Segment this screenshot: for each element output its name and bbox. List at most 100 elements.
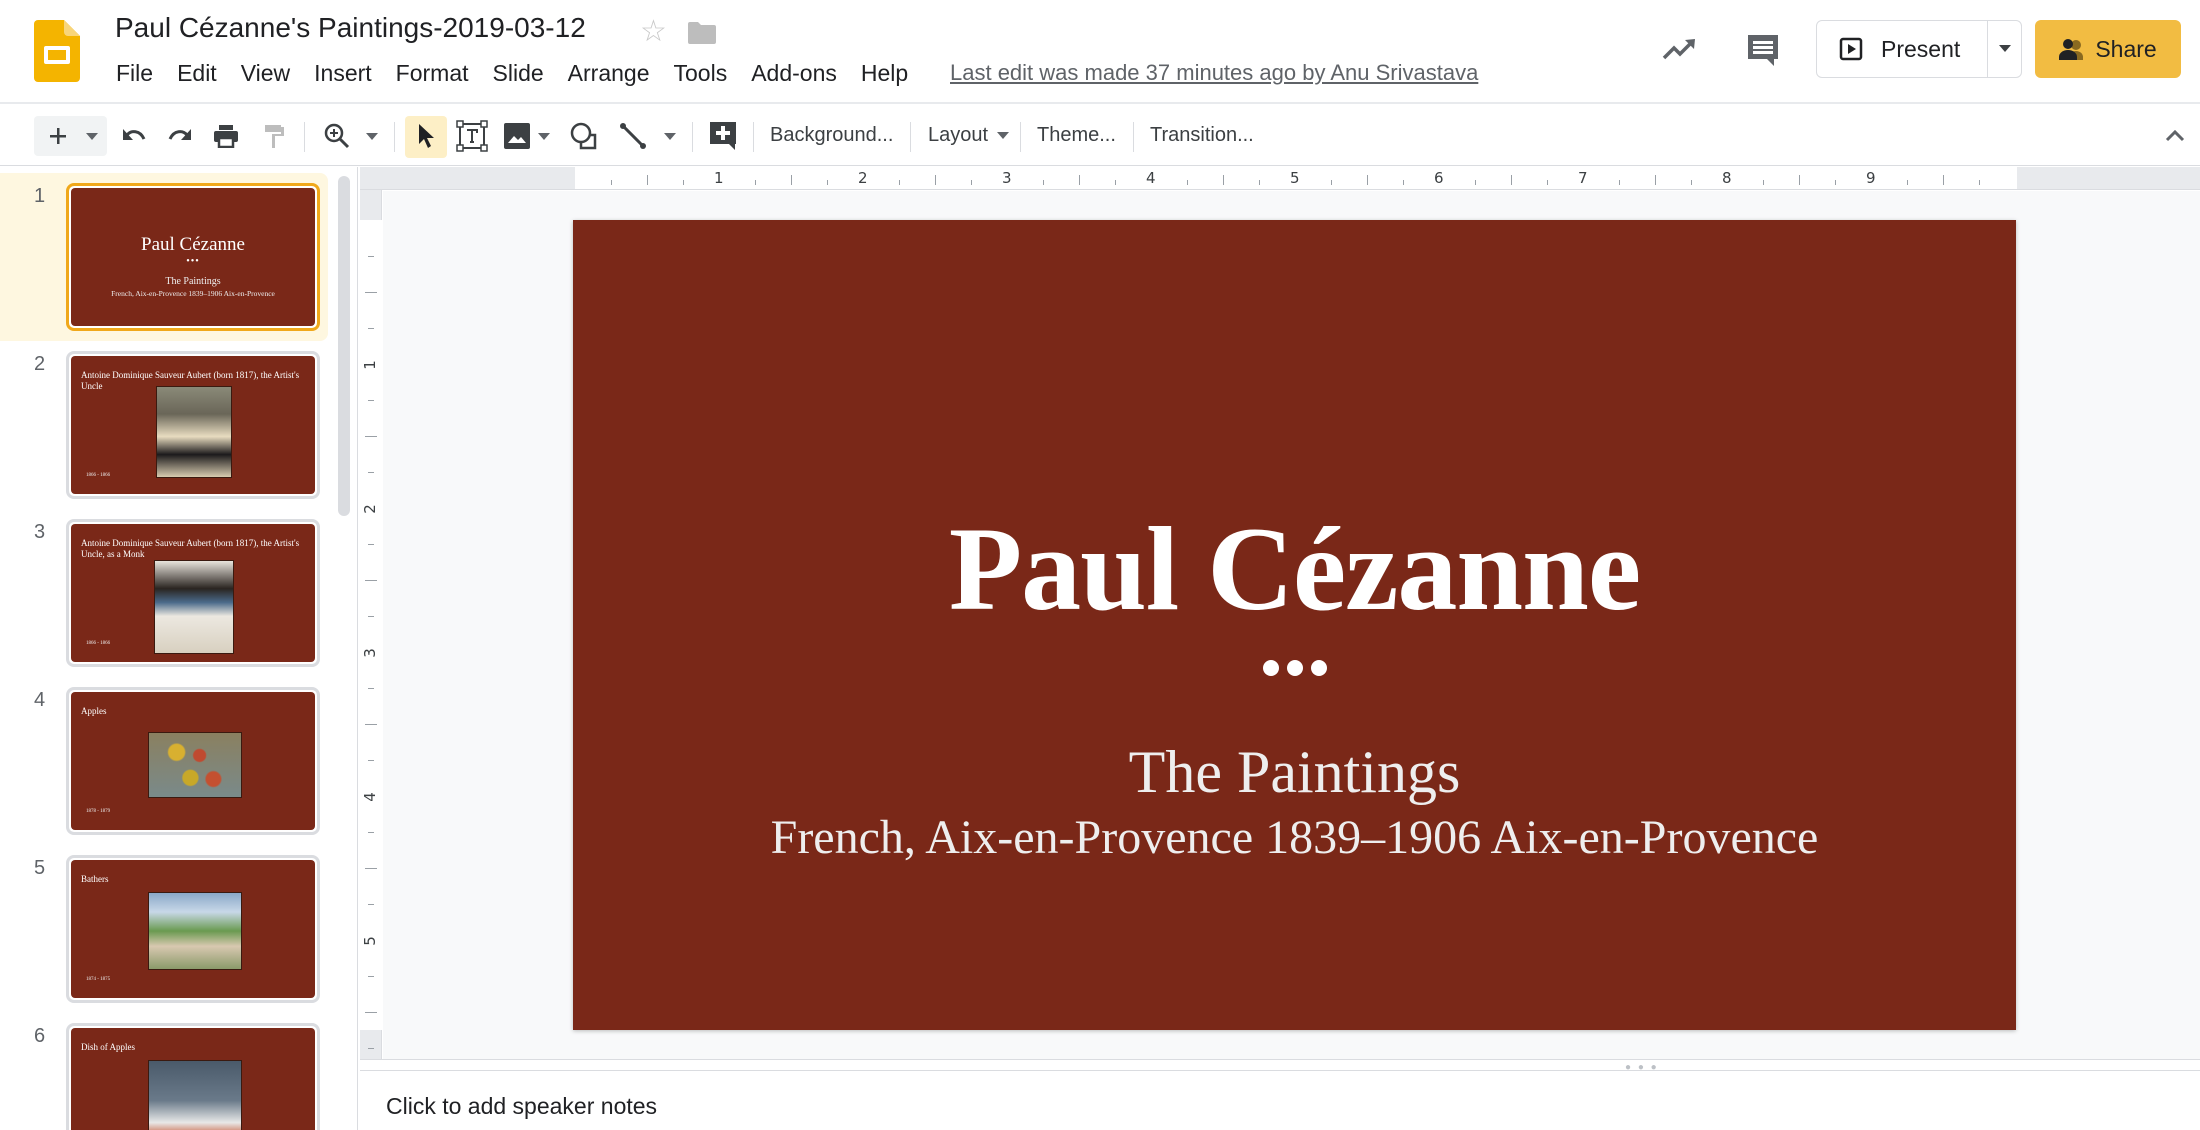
line-dropdown[interactable] — [660, 118, 680, 154]
google-slides-logo-icon[interactable] — [34, 20, 80, 82]
menu-insert[interactable]: Insert — [302, 58, 384, 89]
background-button[interactable]: Background... — [770, 124, 893, 147]
insert-image-button[interactable] — [500, 118, 534, 154]
ruler-label: 1 — [360, 360, 379, 370]
thumbnail-slide: Apples 1878 - 1879 — [71, 692, 315, 830]
insert-image-dropdown[interactable] — [536, 118, 552, 154]
speaker-notes-placeholder[interactable]: Click to add speaker notes — [386, 1093, 657, 1120]
ruler-tick — [827, 180, 828, 185]
undo-button[interactable] — [118, 118, 150, 154]
transition-button[interactable]: Transition... — [1150, 124, 1254, 147]
ruler-tick — [368, 1048, 374, 1049]
text-box-icon — [456, 120, 488, 152]
zoom-button[interactable] — [320, 118, 354, 154]
ruler-label: 4 — [360, 792, 379, 802]
slide-number: 1 — [34, 185, 46, 207]
present-options-dropdown[interactable] — [1987, 21, 2021, 77]
chevron-down-icon — [1998, 45, 2011, 52]
share-button[interactable]: Share — [2035, 20, 2181, 78]
ruler-tick — [368, 256, 374, 257]
present-play-icon — [1839, 37, 1863, 61]
collapse-toolbar-button[interactable] — [2160, 118, 2190, 154]
ruler-label: 8 — [1722, 169, 1732, 187]
present-button[interactable]: Present — [1817, 21, 1987, 77]
menu-tools[interactable]: Tools — [662, 58, 740, 89]
speaker-notes-panel[interactable]: Click to add speaker notes — [360, 1071, 2200, 1130]
add-comment-button[interactable] — [706, 118, 740, 154]
chevron-down-icon — [664, 132, 676, 140]
activity-trend-icon[interactable] — [1660, 30, 1700, 70]
add-comment-icon — [710, 122, 736, 150]
chevron-down-icon — [366, 132, 378, 140]
ruler-tick — [368, 616, 374, 617]
horizontal-ruler: 1 2 3 4 5 6 7 8 9 — [360, 167, 2200, 190]
toolbar-divider — [1133, 122, 1134, 152]
ruler-tick — [1331, 180, 1332, 185]
notes-resize-bar[interactable]: ● ● ● — [360, 1059, 2200, 1073]
toolbar-divider — [304, 122, 305, 152]
thumbnail-frame: Dish of Apples — [66, 1023, 320, 1130]
new-slide-layout-dropdown[interactable] — [82, 118, 102, 154]
menu-slide[interactable]: Slide — [481, 58, 556, 89]
new-slide-button[interactable] — [44, 118, 72, 154]
document-title[interactable]: Paul Cézanne's Paintings-2019-03-12 — [115, 12, 586, 44]
shape-button[interactable] — [566, 118, 602, 154]
layout-button[interactable]: Layout — [928, 124, 1009, 147]
monk-portrait-painting-image — [154, 560, 234, 654]
ruler-tick — [365, 580, 377, 581]
ruler-tick — [1511, 175, 1512, 185]
google-slides-app: Paul Cézanne's Paintings-2019-03-12 ☆ Fi… — [0, 0, 2200, 1130]
ruler-tick — [791, 175, 792, 185]
slide-subtitle[interactable]: The Paintings — [573, 738, 2016, 807]
menu-help[interactable]: Help — [849, 58, 920, 89]
folder-icon[interactable] — [688, 22, 716, 44]
share-people-icon — [2059, 39, 2084, 60]
ruler-label: 3 — [360, 648, 379, 658]
menu-view[interactable]: View — [229, 58, 302, 89]
thumbnail-slide: Antoine Dominique Sauveur Aubert (born 1… — [71, 524, 315, 662]
redo-button[interactable] — [164, 118, 196, 154]
text-box-button[interactable] — [454, 118, 490, 154]
print-button[interactable] — [210, 118, 242, 154]
ruler-tick — [1835, 180, 1836, 185]
ruler-tick — [935, 175, 936, 185]
star-icon[interactable]: ☆ — [640, 14, 667, 49]
slide-thumbnail-5[interactable]: 5 Bathers 1874 - 1875 — [0, 845, 328, 1013]
slide-thumbnail-1[interactable]: 1 Paul Cézanne ••• The Paintings French,… — [0, 173, 328, 341]
menu-arrange[interactable]: Arrange — [556, 58, 662, 89]
menu-format[interactable]: Format — [384, 58, 481, 89]
ruler-tick — [1367, 175, 1368, 185]
slide-thumbnail-2[interactable]: 2 Antoine Dominique Sauveur Aubert (born… — [0, 341, 328, 509]
menu-file[interactable]: File — [104, 58, 165, 89]
bathers-landscape-painting-image — [148, 892, 242, 970]
plus-icon — [50, 128, 66, 144]
slide-filmstrip: 1 Paul Cézanne ••• The Paintings French,… — [0, 167, 358, 1130]
chevron-down-icon — [996, 132, 1009, 140]
slide-thumbnail-4[interactable]: 4 Apples 1878 - 1879 — [0, 677, 328, 845]
ruler-tick — [1043, 180, 1044, 185]
paint-format-button[interactable] — [258, 118, 290, 154]
current-slide[interactable]: Paul Cézanne The Paintings French, Aix-e… — [573, 220, 2016, 1030]
ruler-tick — [368, 688, 374, 689]
last-edit-link[interactable]: Last edit was made 37 minutes ago by Anu… — [950, 60, 1478, 86]
share-label: Share — [2095, 35, 2157, 62]
select-tool-button[interactable] — [408, 118, 444, 154]
toolbar-divider — [910, 122, 911, 152]
comments-icon[interactable] — [1745, 32, 1781, 68]
line-button[interactable] — [616, 118, 650, 154]
theme-button[interactable]: Theme... — [1037, 124, 1116, 147]
ruler-tick — [1403, 180, 1404, 185]
ruler-tick — [368, 544, 374, 545]
undo-icon — [123, 129, 146, 140]
slide-thumbnail-6[interactable]: 6 Dish of Apples — [0, 1013, 328, 1130]
menu-add-ons[interactable]: Add-ons — [739, 58, 849, 89]
slide-subtitle-2[interactable]: French, Aix-en-Provence 1839–1906 Aix-en… — [573, 810, 2016, 865]
apples-still-life-painting-image — [148, 732, 242, 798]
menu-edit[interactable]: Edit — [165, 58, 229, 89]
filmstrip-scrollbar[interactable] — [338, 176, 350, 516]
zoom-dropdown[interactable] — [362, 118, 382, 154]
thumbnail-slide: Paul Cézanne ••• The Paintings French, A… — [71, 188, 315, 326]
slide-thumbnail-3[interactable]: 3 Antoine Dominique Sauveur Aubert (born… — [0, 509, 328, 677]
slide-title[interactable]: Paul Cézanne — [573, 500, 2016, 638]
ruler-tick — [971, 180, 972, 185]
